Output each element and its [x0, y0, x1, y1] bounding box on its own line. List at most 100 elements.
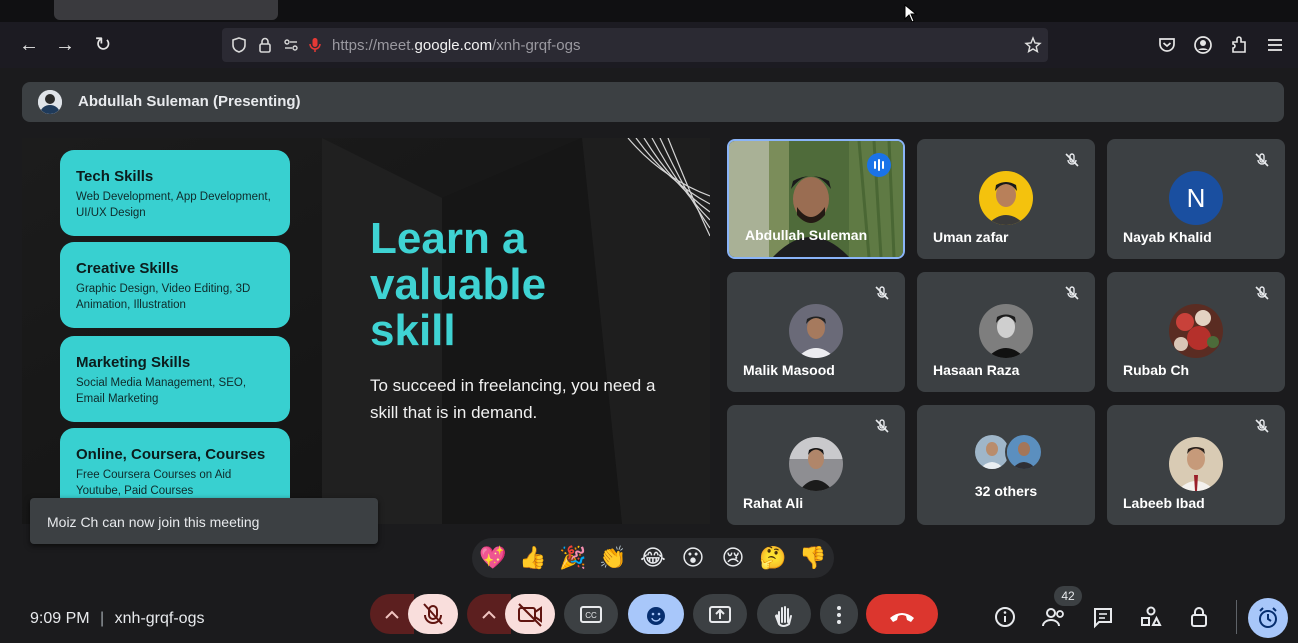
extensions-icon[interactable] — [1228, 34, 1250, 56]
reaction-bar: 💖 👍 🎉 👏 😂 😮 😢 🤔 👎 — [472, 538, 834, 578]
toast-message: Moiz Ch can now join this meeting — [47, 514, 260, 530]
mic-off-icon — [1065, 286, 1079, 300]
camera-off-icon — [518, 603, 542, 627]
bookmark-star-icon[interactable] — [1024, 36, 1042, 54]
avatar — [979, 171, 1033, 225]
participant-tile-abdullah-suleman[interactable]: Abdullah Suleman — [727, 139, 905, 259]
reaction-surprised[interactable]: 😮 — [678, 544, 708, 572]
back-button[interactable]: ← — [16, 32, 42, 58]
participant-name: Uman zafar — [933, 229, 1009, 245]
browser-tab[interactable] — [54, 0, 278, 20]
presenter-label: Abdullah Suleman (Presenting) — [78, 93, 301, 110]
browser-toolbar: ← → ↻ https://meet.google.com/xnh-grqf-o… — [0, 22, 1298, 68]
slide-headline: Learn a valuable skill — [370, 216, 546, 354]
participant-tile-labeeb-ibad[interactable]: Labeeb Ibad — [1107, 405, 1285, 525]
skill-description: Social Media Management, SEO, Email Mark… — [76, 377, 247, 405]
participant-tile-hasaan-raza[interactable]: Hasaan Raza — [917, 272, 1095, 392]
end-call-icon — [890, 613, 914, 622]
chat-icon[interactable] — [1090, 604, 1116, 630]
skill-description: Graphic Design, Video Editing, 3D Animat… — [76, 283, 251, 311]
skill-title: Tech Skills — [76, 168, 154, 185]
url-text[interactable]: https://meet.google.com/xnh-grqf-ogs — [332, 37, 580, 54]
reaction-thumbs-up[interactable]: 👍 — [518, 544, 548, 572]
participant-tile-rubab-ch[interactable]: Rubab Ch — [1107, 272, 1285, 392]
avatar — [38, 90, 62, 114]
skill-card-marketing: Marketing Skills Social Media Management… — [60, 336, 290, 422]
participant-tile-uman-zafar[interactable]: Uman zafar — [917, 139, 1095, 259]
more-vertical-icon — [837, 606, 841, 624]
reaction-sad[interactable]: 😢 — [718, 544, 748, 572]
avatar — [979, 304, 1033, 358]
headline-line: Learn a — [370, 214, 527, 263]
meeting-info: 9:09 PM | xnh-grqf-ogs — [30, 610, 204, 628]
separator: | — [100, 610, 105, 627]
mic-off-icon — [1255, 286, 1269, 300]
microphone-active-icon[interactable] — [306, 36, 324, 54]
captions-icon: CC — [580, 606, 602, 623]
clock: 9:09 PM — [30, 610, 90, 627]
shield-icon[interactable] — [230, 36, 248, 54]
mouse-cursor-icon — [904, 4, 918, 23]
participant-tile-others[interactable]: 32 others — [917, 405, 1095, 525]
mic-off-icon — [1065, 153, 1079, 167]
participant-tile-nayab-khalid[interactable]: N Nayab Khalid — [1107, 139, 1285, 259]
avatar — [1169, 304, 1223, 358]
present-screen-button[interactable] — [693, 594, 747, 634]
participant-name: Nayab Khalid — [1123, 229, 1212, 245]
avatar — [1005, 433, 1043, 471]
reaction-heart[interactable]: 💖 — [478, 544, 508, 572]
alarm-clock-icon — [1259, 607, 1277, 628]
leave-call-button[interactable] — [866, 594, 938, 634]
mic-off-icon — [423, 603, 443, 625]
avatar — [789, 304, 843, 358]
participant-name: Labeeb Ibad — [1123, 495, 1205, 511]
smiley-icon — [647, 607, 665, 625]
headline-line: valuable — [370, 260, 547, 309]
participant-name: Abdullah Suleman — [745, 227, 868, 243]
account-icon[interactable] — [1192, 34, 1214, 56]
meeting-details-icon[interactable] — [992, 604, 1018, 630]
reaction-thinking[interactable]: 🤔 — [758, 544, 788, 572]
reaction-laugh[interactable]: 😂 — [638, 544, 668, 572]
divider — [1236, 600, 1237, 634]
reload-button[interactable]: ↻ — [90, 32, 116, 58]
mic-toggle-button[interactable] — [408, 594, 458, 634]
host-controls-icon[interactable] — [1186, 604, 1212, 630]
avatar-initial: N — [1169, 171, 1223, 225]
skill-title: Online, Coursera, Courses — [76, 446, 266, 463]
mic-off-icon — [1255, 419, 1269, 433]
participant-tile-malik-masood[interactable]: Malik Masood — [727, 272, 905, 392]
participant-name: Rahat Ali — [743, 495, 804, 511]
participant-name: Malik Masood — [743, 362, 835, 378]
pocket-icon[interactable] — [1156, 34, 1178, 56]
reaction-clap[interactable]: 👏 — [598, 544, 628, 572]
slide-subtext: To succeed in freelancing, you need a sk… — [370, 376, 656, 422]
join-notification-toast[interactable]: Moiz Ch can now join this meeting — [30, 498, 378, 544]
reaction-party[interactable]: 🎉 — [558, 544, 588, 572]
people-icon[interactable] — [1040, 604, 1068, 630]
forward-button[interactable]: → — [52, 32, 78, 58]
skill-description: Web Development, App Development, UI/UX … — [76, 191, 271, 219]
lock-icon[interactable] — [256, 36, 274, 54]
address-bar[interactable]: https://meet.google.com/xnh-grqf-ogs — [222, 28, 1048, 62]
svg-text:CC: CC — [585, 611, 597, 620]
participant-tile-rahat-ali[interactable]: Rahat Ali — [727, 405, 905, 525]
speaking-indicator-icon — [867, 153, 891, 177]
alarm-button[interactable] — [1248, 598, 1288, 638]
reaction-thumbs-down[interactable]: 👎 — [798, 544, 828, 572]
permissions-icon[interactable] — [282, 36, 300, 54]
raise-hand-button[interactable] — [757, 594, 811, 634]
mic-off-icon — [875, 419, 889, 433]
activities-icon[interactable] — [1138, 604, 1164, 630]
captions-button[interactable]: CC — [564, 594, 618, 634]
skill-title: Creative Skills — [76, 260, 179, 277]
present-icon — [709, 606, 731, 623]
url-host: google.com — [414, 37, 493, 54]
emoji-reactions-button[interactable] — [628, 594, 684, 634]
more-options-button[interactable] — [820, 594, 858, 634]
mic-off-icon — [875, 286, 889, 300]
skill-description: Free Coursera Courses on Aid Youtube, Pa… — [76, 469, 232, 497]
camera-toggle-button[interactable] — [505, 594, 555, 634]
menu-icon[interactable] — [1264, 34, 1286, 56]
tab-strip — [0, 0, 1298, 22]
